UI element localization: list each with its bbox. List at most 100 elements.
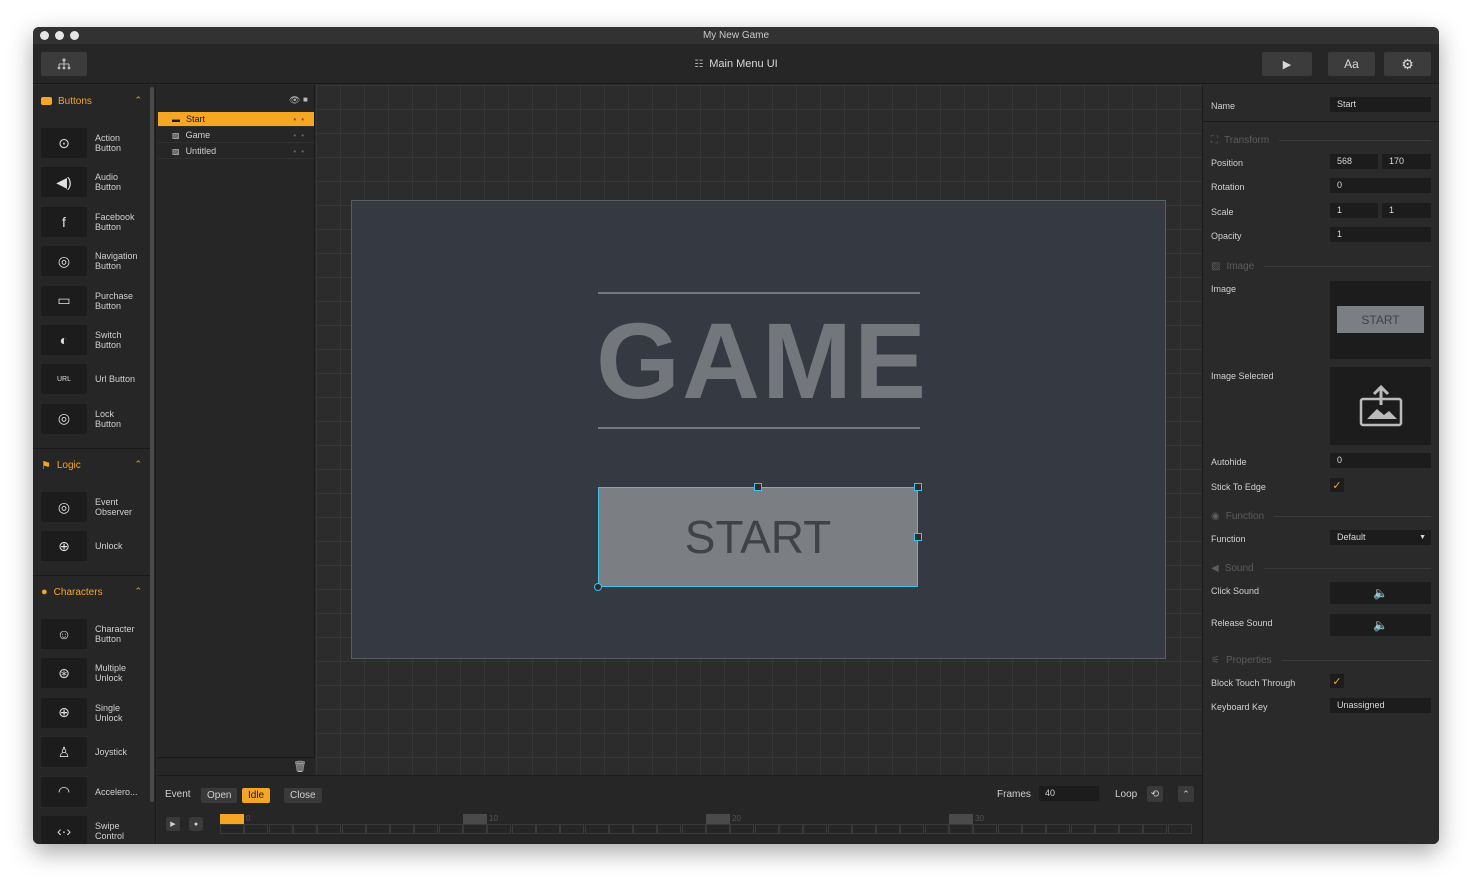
stick-to-edge-checkbox[interactable]: ✓ bbox=[1330, 478, 1344, 492]
image-section-header[interactable]: ▨ Image bbox=[1211, 261, 1431, 272]
release-sound-picker[interactable]: 🔈 bbox=[1330, 614, 1431, 636]
frame-cell[interactable] bbox=[487, 824, 512, 834]
frame-cell[interactable] bbox=[900, 824, 925, 834]
frame-cell[interactable] bbox=[633, 824, 658, 834]
position-x-input[interactable]: 568 bbox=[1330, 154, 1378, 169]
loop-toggle[interactable]: ⟲ bbox=[1147, 786, 1163, 802]
resize-handle-right[interactable] bbox=[914, 533, 922, 541]
frame-cell[interactable] bbox=[463, 824, 487, 834]
scene-tree-button[interactable] bbox=[41, 52, 87, 76]
palette-item[interactable]: ◎ Event Observer bbox=[41, 489, 149, 525]
frame-cell[interactable] bbox=[730, 824, 755, 834]
frame-cell[interactable] bbox=[414, 824, 439, 834]
frame-cell[interactable] bbox=[535, 824, 560, 834]
font-button[interactable]: Aa bbox=[1328, 52, 1375, 76]
frame-cell[interactable] bbox=[220, 824, 244, 834]
palette-item[interactable]: f Facebook Button bbox=[41, 204, 149, 240]
layer-toggle-dots[interactable]: •• bbox=[293, 147, 309, 156]
event-idle-chip[interactable]: Idle bbox=[242, 788, 271, 803]
hierarchy-item[interactable]: ▨ Game •• bbox=[158, 128, 314, 143]
scene-canvas[interactable]: GAME START bbox=[316, 85, 1202, 775]
frame-cell[interactable] bbox=[924, 824, 949, 834]
palette-item[interactable]: ⊕ Single Unlock bbox=[41, 695, 149, 731]
frame-cell[interactable] bbox=[244, 824, 269, 834]
hierarchy-item[interactable]: ▨ Untitled •• bbox=[158, 144, 314, 159]
timeline-play-button[interactable]: ▶ bbox=[166, 817, 180, 831]
zoom-window-button[interactable] bbox=[70, 31, 79, 40]
keyboard-key-input[interactable]: Unassigned bbox=[1330, 698, 1431, 713]
frame-cell[interactable] bbox=[997, 824, 1022, 834]
palette-item[interactable]: ⊕ Unlock bbox=[41, 528, 149, 564]
frame-cell[interactable] bbox=[657, 824, 682, 834]
frame-cell[interactable] bbox=[1046, 824, 1071, 834]
palette-item[interactable]: ◠ Accelero... bbox=[41, 774, 149, 810]
frame-cell[interactable] bbox=[1094, 824, 1119, 834]
frame-cell[interactable] bbox=[317, 824, 342, 834]
frame-cell[interactable] bbox=[803, 824, 828, 834]
minimize-window-button[interactable] bbox=[55, 31, 64, 40]
resize-handle-top-right[interactable] bbox=[914, 483, 922, 491]
frame-cell[interactable] bbox=[341, 824, 366, 834]
scene-title[interactable]: Main Menu UI bbox=[709, 58, 777, 70]
category-buttons-header[interactable]: Buttons ⌃ bbox=[33, 87, 150, 115]
frame-cell[interactable] bbox=[390, 824, 415, 834]
rotation-input[interactable]: 0 bbox=[1330, 178, 1431, 193]
playhead-marker[interactable] bbox=[220, 814, 244, 824]
frame-cell[interactable] bbox=[949, 824, 973, 834]
frames-input[interactable]: 40 bbox=[1039, 786, 1099, 801]
palette-item[interactable]: ▭ Purchase Button bbox=[41, 283, 149, 319]
frame-cell[interactable] bbox=[268, 824, 293, 834]
block-touch-checkbox[interactable]: ✓ bbox=[1330, 674, 1344, 688]
autohide-input[interactable]: 0 bbox=[1330, 453, 1431, 468]
frame-cell[interactable] bbox=[1021, 824, 1046, 834]
collapse-timeline-button[interactable]: ⌃ bbox=[1178, 786, 1194, 802]
timeline-record-button[interactable]: ● bbox=[189, 817, 203, 831]
play-button[interactable]: ▶ bbox=[1262, 52, 1312, 76]
palette-scrollbar[interactable] bbox=[150, 87, 154, 802]
properties-section-header[interactable]: ⚟ Properties bbox=[1211, 655, 1431, 666]
stage-frame[interactable]: GAME START bbox=[351, 200, 1166, 659]
frame-cell[interactable] bbox=[1143, 824, 1168, 834]
palette-item[interactable]: ‹·› Swipe Control bbox=[41, 813, 149, 844]
frame-cell[interactable] bbox=[876, 824, 901, 834]
opacity-input[interactable]: 1 bbox=[1330, 227, 1431, 242]
frame-cell[interactable] bbox=[292, 824, 317, 834]
lock-icon[interactable]: ■ bbox=[303, 95, 308, 104]
transform-section-header[interactable]: ⛶ Transform bbox=[1211, 135, 1431, 146]
position-y-input[interactable]: 170 bbox=[1382, 154, 1431, 169]
category-characters-header[interactable]: ● Characters ⌃ bbox=[33, 578, 150, 606]
frame-cell[interactable] bbox=[560, 824, 585, 834]
palette-item[interactable]: ⊙ Action Button bbox=[41, 125, 149, 161]
frame-cell[interactable] bbox=[827, 824, 852, 834]
sound-section-header[interactable]: ◀ Sound bbox=[1211, 563, 1431, 574]
layer-toggle-dots[interactable]: •• bbox=[293, 115, 309, 124]
click-sound-picker[interactable]: 🔈 bbox=[1330, 582, 1431, 604]
layer-toggle-dots[interactable]: •• bbox=[293, 131, 309, 140]
frame-cell[interactable] bbox=[511, 824, 536, 834]
image-selected-picker[interactable] bbox=[1330, 367, 1431, 445]
frame-cell[interactable] bbox=[1070, 824, 1095, 834]
palette-item[interactable]: ◎ Lock Button bbox=[41, 401, 149, 437]
frame-strip[interactable]: 0 10 20 30 bbox=[220, 814, 1193, 834]
hierarchy-item[interactable]: ▬ Start •• bbox=[158, 112, 314, 127]
palette-item[interactable]: ◐ Switch Button bbox=[41, 322, 149, 358]
palette-item[interactable]: ◀) Audio Button bbox=[41, 164, 149, 200]
frame-cell[interactable] bbox=[706, 824, 730, 834]
name-input[interactable]: Start bbox=[1330, 97, 1431, 112]
frame-cell[interactable] bbox=[973, 824, 998, 834]
game-title-text[interactable]: GAME bbox=[596, 306, 926, 416]
category-logic-header[interactable]: ⚑ Logic ⌃ bbox=[33, 451, 150, 479]
palette-item[interactable]: ☺ Character Button bbox=[41, 616, 149, 652]
resize-handle-top[interactable] bbox=[754, 483, 762, 491]
start-button-element[interactable]: START bbox=[598, 487, 918, 587]
scale-y-input[interactable]: 1 bbox=[1382, 203, 1431, 218]
event-open-chip[interactable]: Open bbox=[201, 788, 238, 803]
function-section-header[interactable]: ◉ Function bbox=[1211, 511, 1431, 522]
palette-item[interactable]: ♙ Joystick bbox=[41, 734, 149, 770]
frame-cell[interactable] bbox=[681, 824, 706, 834]
trash-icon[interactable]: 🗑 bbox=[293, 760, 307, 773]
event-close-chip[interactable]: Close bbox=[284, 788, 322, 803]
image-picker[interactable]: START bbox=[1330, 281, 1431, 359]
function-select[interactable]: Default ▼ bbox=[1330, 530, 1431, 545]
frame-cell[interactable] bbox=[851, 824, 876, 834]
